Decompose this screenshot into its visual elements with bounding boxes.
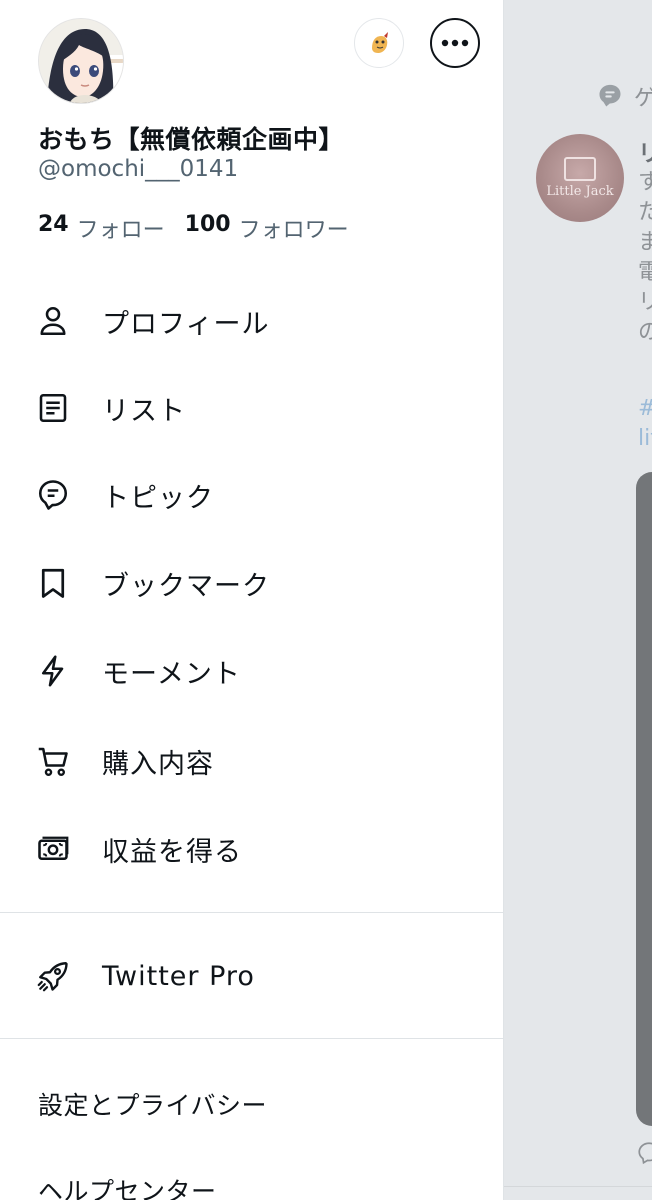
cart-icon: [34, 742, 72, 780]
menu-item-bookmarks[interactable]: ブックマーク: [0, 548, 504, 618]
menu-item-label: Twitter Pro: [102, 960, 255, 992]
navigation-drawer: おもち【無償依頼企画中】 @omochi___0141 24 フォロー 100 …: [0, 0, 504, 1200]
menu-item-label: プロフィール: [102, 308, 270, 340]
profile-avatar[interactable]: [38, 18, 124, 104]
menu-item-label: トピック: [102, 482, 214, 514]
feed-divider: [504, 1186, 652, 1187]
topic-icon: [599, 84, 621, 107]
account-switch-button[interactable]: [354, 18, 404, 68]
profile-display-name[interactable]: おもち【無償依頼企画中】: [38, 120, 344, 156]
lightning-icon: [34, 652, 72, 690]
person-icon: [34, 302, 72, 340]
tweet-context: ゲ: [596, 80, 652, 112]
tweet-hashtags[interactable]: # lit: [638, 394, 652, 454]
avatar-illustration: [39, 19, 123, 103]
tweet-body-line: の: [638, 320, 652, 345]
help-center-link[interactable]: ヘルプセンター: [38, 1172, 217, 1200]
profile-handle: @omochi___0141: [38, 156, 239, 182]
settings-and-privacy-link[interactable]: 設定とプライバシー: [38, 1086, 267, 1122]
tweet-context-label: ゲ: [634, 86, 652, 111]
menu-divider: [0, 1038, 504, 1039]
menu-item-monetization[interactable]: 収益を得る: [0, 814, 504, 884]
menu-item-label: 収益を得る: [102, 836, 242, 868]
topic-icon: [34, 476, 72, 514]
money-icon: [34, 830, 72, 868]
tweet-author-avatar[interactable]: Little Jack: [536, 134, 624, 222]
menu-item-label: 購入内容: [102, 748, 214, 780]
menu-item-label: モーメント: [102, 658, 241, 690]
tweet-body-line: た: [638, 200, 652, 225]
reply-button[interactable]: [636, 1140, 652, 1170]
tweet-body-line: 電: [638, 260, 652, 285]
followers-label: フォロワー: [238, 218, 349, 243]
bookmark-icon: [34, 564, 72, 602]
menu-item-moments[interactable]: モーメント: [0, 636, 504, 706]
menu-item-twitter-pro[interactable]: Twitter Pro: [0, 941, 504, 1011]
rocket-icon: [34, 957, 72, 995]
secondary-account-avatar-icon: [365, 29, 393, 57]
menu-divider: [0, 912, 504, 913]
menu-item-label: ブックマーク: [102, 570, 270, 602]
menu-item-lists[interactable]: リスト: [0, 373, 504, 443]
tweet-body: す た ま 電 リ の: [638, 168, 652, 348]
ellipsis-icon: [441, 39, 469, 47]
menu-item-profile[interactable]: プロフィール: [0, 286, 504, 356]
avatar-logo-text: Little Jack: [546, 184, 614, 199]
followers-count: 100: [184, 212, 231, 237]
tweet-body-line: ま: [638, 230, 652, 255]
list-icon: [34, 389, 72, 427]
following-count: 24: [38, 212, 69, 237]
menu-item-purchases[interactable]: 購入内容: [0, 726, 504, 796]
hashtag-line[interactable]: lit: [638, 424, 652, 454]
app-screen: ゲ Little Jack リ す た ま 電 リ の # lit: [0, 0, 652, 1200]
followers-link[interactable]: 100 フォロワー: [185, 212, 349, 244]
tweet-body-line: リ: [638, 290, 652, 315]
follow-stats: 24 フォロー 100 フォロワー: [38, 212, 349, 244]
tweet-media[interactable]: [636, 472, 652, 1126]
timeline-background[interactable]: ゲ Little Jack リ す た ま 電 リ の # lit: [504, 0, 652, 1200]
tweet-author-name[interactable]: リ: [638, 134, 652, 168]
menu-item-topics[interactable]: トピック: [0, 460, 504, 530]
reply-icon: [638, 1142, 652, 1165]
following-label: フォロー: [76, 218, 165, 243]
more-options-button[interactable]: [430, 18, 480, 68]
following-link[interactable]: 24 フォロー: [38, 212, 165, 244]
hashtag-line[interactable]: #: [638, 394, 652, 424]
menu-item-label: リスト: [102, 395, 186, 427]
logo-box: [564, 157, 596, 181]
tweet-body-line: す: [638, 170, 652, 195]
